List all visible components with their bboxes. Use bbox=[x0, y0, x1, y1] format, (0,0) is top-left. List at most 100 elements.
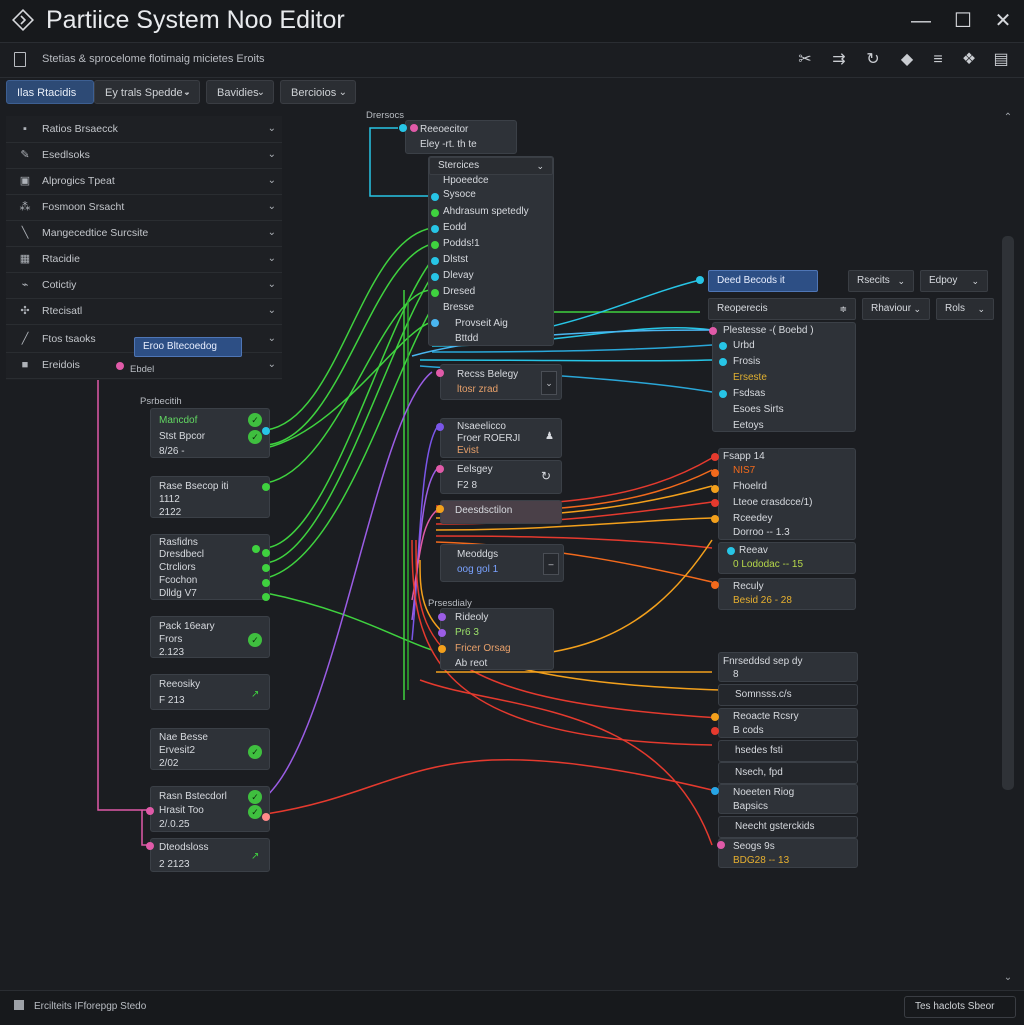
sidebar-item-alprogics[interactable]: ▣ Alprogics Tpeat ⌄ bbox=[6, 168, 282, 195]
somnsss-node[interactable]: Somnsss.c/s bbox=[718, 684, 858, 706]
sidebar-item-cotictiy[interactable]: ⌁ Cotictiy ⌄ bbox=[6, 272, 282, 299]
list-item[interactable]: Fsdsas bbox=[733, 388, 765, 399]
rhaviour-dropdown[interactable]: Rhaviour ⌄ bbox=[862, 298, 930, 320]
input-port[interactable] bbox=[431, 241, 439, 249]
input-port[interactable] bbox=[146, 842, 154, 850]
input-port[interactable] bbox=[711, 515, 719, 523]
list-item[interactable]: Dresed bbox=[443, 286, 475, 297]
scrollbar-thumb[interactable] bbox=[1002, 236, 1014, 790]
input-port[interactable] bbox=[711, 453, 719, 461]
input-port[interactable] bbox=[719, 358, 727, 366]
check-icon[interactable]: ✓ bbox=[248, 430, 262, 444]
output-port[interactable] bbox=[262, 483, 270, 491]
forces-node[interactable]: Rasfidns Dresdbecl Ctrcliors Fcochon Dll… bbox=[150, 534, 270, 601]
input-port[interactable] bbox=[431, 209, 439, 217]
ras-node[interactable]: Rasn Bstecdorl Hrasit Too 2/.0.25 ✓ ✓ bbox=[146, 786, 270, 832]
list-item[interactable]: Esoes Sirts bbox=[733, 404, 784, 415]
input-port[interactable] bbox=[436, 369, 444, 377]
rsecits-dropdown[interactable]: Rsecits ⌄ bbox=[848, 270, 914, 292]
recss-node[interactable]: Recss Belegy ltosr zrad ⌄ bbox=[436, 364, 562, 400]
status-button[interactable]: Tes haclots Sbeor bbox=[904, 996, 1016, 1018]
refresh-icon[interactable]: ↻ bbox=[541, 469, 551, 483]
input-port[interactable] bbox=[431, 257, 439, 265]
fnrseddsd-node[interactable]: Fnrseddsd sep dy 8 bbox=[718, 652, 858, 682]
input-port[interactable] bbox=[436, 465, 444, 473]
output-port[interactable] bbox=[116, 362, 124, 370]
fsapp-node[interactable]: Fsapp 14 NIS7 Fhoelrd Lteoe crasdcce/1) … bbox=[711, 448, 856, 540]
sidebar-item-mangecedtice[interactable]: ╲ Mangecedtice Surcsite ⌄ bbox=[6, 220, 282, 247]
deesdsctilon-node[interactable]: Deesdsctilon bbox=[436, 500, 562, 524]
output-port[interactable] bbox=[262, 813, 270, 821]
eelsgey-node[interactable]: Eelsgey F2 8 ↻ bbox=[436, 460, 562, 494]
list-item[interactable]: Podds!1 bbox=[443, 238, 480, 249]
list-item[interactable]: Sysoce bbox=[443, 189, 476, 200]
input-port[interactable] bbox=[711, 713, 719, 721]
list-item[interactable]: Eodd bbox=[443, 222, 466, 233]
neecht-node[interactable]: Neecht gsterckids bbox=[718, 816, 858, 838]
sidebar-item-fosmoon[interactable]: ⁂ Fosmoon Srsacht ⌄ bbox=[6, 194, 282, 221]
nsaeelicco-node[interactable]: Nsaeelicco Froer ROERJI Evist ♟ bbox=[436, 418, 562, 458]
list-item[interactable]: Urbd bbox=[733, 340, 755, 351]
reeav-node[interactable]: Reeav 0 Lododac -- 15 bbox=[718, 542, 856, 574]
rols-dropdown[interactable]: Rols ⌄ bbox=[936, 298, 994, 320]
seogs-node[interactable]: Seogs 9s BDG28 -- 13 bbox=[717, 838, 858, 868]
sidebar-item-rtacidie[interactable]: ▦ Rtacidie ⌄ bbox=[6, 246, 282, 273]
input-port[interactable] bbox=[711, 581, 719, 589]
check-icon[interactable]: ✓ bbox=[248, 805, 262, 819]
emitter-node[interactable]: Mancdof Stst Bpcor 8/26 - ✓ ✓ bbox=[150, 408, 270, 458]
list-item[interactable]: Eetoys bbox=[733, 420, 764, 431]
input-port[interactable] bbox=[709, 327, 717, 335]
input-port[interactable] bbox=[719, 390, 727, 398]
list-item[interactable]: Hpoeedce bbox=[443, 175, 489, 186]
stepper-handle[interactable]: – bbox=[543, 553, 559, 575]
blend-node[interactable]: Dteodsloss 2 2123 ↗ bbox=[146, 838, 270, 872]
nae-base-node[interactable]: Nae Besse Ervesit2 2/02 ✓ bbox=[150, 728, 270, 770]
input-port[interactable] bbox=[711, 727, 719, 735]
list-header-dropdown[interactable]: Stercices ⌄ bbox=[429, 157, 553, 175]
list-item[interactable]: Dlevay bbox=[443, 270, 474, 281]
check-icon[interactable]: ✓ bbox=[248, 413, 262, 427]
input-port[interactable] bbox=[727, 547, 735, 555]
input-port[interactable] bbox=[717, 841, 725, 849]
output-port[interactable] bbox=[262, 593, 270, 601]
check-icon[interactable]: ✓ bbox=[248, 790, 262, 804]
behaviour-node[interactable]: Plestesse -( Boebd ) Urbd Frosis Erseste… bbox=[709, 322, 856, 432]
output-port[interactable] bbox=[262, 564, 270, 572]
input-port[interactable] bbox=[399, 124, 407, 132]
input-port[interactable] bbox=[436, 505, 444, 513]
input-port[interactable] bbox=[431, 273, 439, 281]
edpoy-dropdown[interactable]: Edpoy ⌄ bbox=[920, 270, 988, 292]
input-port[interactable] bbox=[719, 342, 727, 350]
meoddgs-node[interactable]: Meoddgs oog gol 1 – bbox=[440, 544, 564, 582]
input-port[interactable] bbox=[431, 319, 439, 327]
input-port[interactable] bbox=[436, 423, 444, 431]
list-item[interactable]: Plestesse -( Boebd ) bbox=[723, 325, 814, 336]
reoperecis-header[interactable]: Reoperecis ≑ bbox=[708, 298, 856, 320]
input-port[interactable] bbox=[711, 485, 719, 493]
noeeten-node[interactable]: Noeeten Riog Bapsics bbox=[711, 784, 858, 814]
resolve-node[interactable]: Reeosiky F 213 ↗ bbox=[150, 674, 270, 710]
list-item[interactable]: Ahdrasum spetedly bbox=[443, 206, 529, 217]
list-item[interactable]: Frosis bbox=[733, 356, 760, 367]
input-port[interactable] bbox=[146, 807, 154, 815]
input-port[interactable] bbox=[711, 499, 719, 507]
input-port[interactable] bbox=[431, 225, 439, 233]
output-port[interactable] bbox=[262, 579, 270, 587]
output-port[interactable] bbox=[262, 427, 270, 435]
rideoly-node[interactable]: Rideoly Pr6 3 Fricer Orsag Ab reot bbox=[438, 608, 554, 670]
nsech-node[interactable]: Nsech, fpd bbox=[718, 762, 858, 784]
output-port[interactable] bbox=[262, 549, 270, 557]
reoacte-node[interactable]: Reoacte Rcsry B cods bbox=[711, 708, 858, 738]
input-port[interactable] bbox=[711, 787, 719, 795]
scroll-down-icon[interactable]: ⌄ bbox=[1000, 972, 1016, 983]
input-port[interactable] bbox=[438, 645, 446, 653]
list-item[interactable]: Provseit Aig bbox=[455, 318, 508, 329]
sidebar-item-ratios[interactable]: ▪ Ratios Brsaecck ⌄ bbox=[6, 116, 282, 143]
receiver-node[interactable]: Reeoecitor Eley -rt. th te bbox=[399, 120, 517, 154]
input-port[interactable] bbox=[410, 124, 418, 132]
check-icon[interactable]: ✓ bbox=[248, 745, 262, 759]
hsedes-node[interactable]: hsedes fsti bbox=[718, 740, 858, 762]
input-port[interactable] bbox=[438, 629, 446, 637]
pack-node[interactable]: Pack 16eary Frors 2.123 ✓ bbox=[150, 616, 270, 658]
list-item[interactable]: Bresse bbox=[443, 302, 474, 313]
